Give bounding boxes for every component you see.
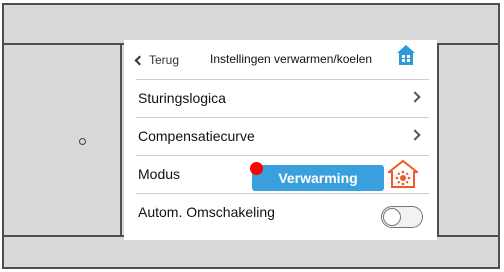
mode-label: Modus bbox=[138, 166, 181, 182]
home-icon bbox=[397, 45, 415, 65]
auto-switch-label: Autom. Omschakeling bbox=[138, 204, 275, 220]
alert-dot bbox=[250, 162, 263, 175]
settings-screen: Terug Instellingen verwarmen/koelen Stur… bbox=[124, 40, 437, 240]
menu-item-control-logic[interactable]: Sturingslogica bbox=[136, 79, 429, 117]
toggle-knob bbox=[383, 208, 401, 226]
menu-item-compensation-curve[interactable]: Compensatiecurve bbox=[136, 117, 429, 155]
screen-header: Terug Instellingen verwarmen/koelen bbox=[124, 40, 437, 79]
menu-item-label: Sturingslogica bbox=[138, 90, 226, 106]
menu-item-auto-switch: Autom. Omschakeling bbox=[136, 193, 429, 233]
home-button[interactable] bbox=[396, 44, 416, 66]
frame-divider-left bbox=[120, 43, 122, 237]
page-title: Instellingen verwarmen/koelen bbox=[210, 52, 373, 66]
heating-sun-icon bbox=[388, 160, 418, 188]
menu-item-mode: Modus Verwarming bbox=[136, 155, 429, 193]
back-button[interactable]: Terug bbox=[134, 53, 180, 67]
mode-value: Verwarming bbox=[278, 170, 358, 186]
menu-item-label: Compensatiecurve bbox=[138, 128, 255, 144]
status-indicator-led bbox=[79, 138, 86, 145]
mode-select-button[interactable]: Verwarming bbox=[252, 165, 384, 191]
auto-switch-toggle[interactable] bbox=[381, 206, 423, 228]
chevron-right-icon bbox=[409, 129, 421, 141]
chevron-left-icon bbox=[134, 55, 145, 66]
chevron-right-icon bbox=[409, 91, 421, 103]
frame-divider-right bbox=[437, 43, 439, 237]
back-label: Terug bbox=[149, 53, 180, 67]
